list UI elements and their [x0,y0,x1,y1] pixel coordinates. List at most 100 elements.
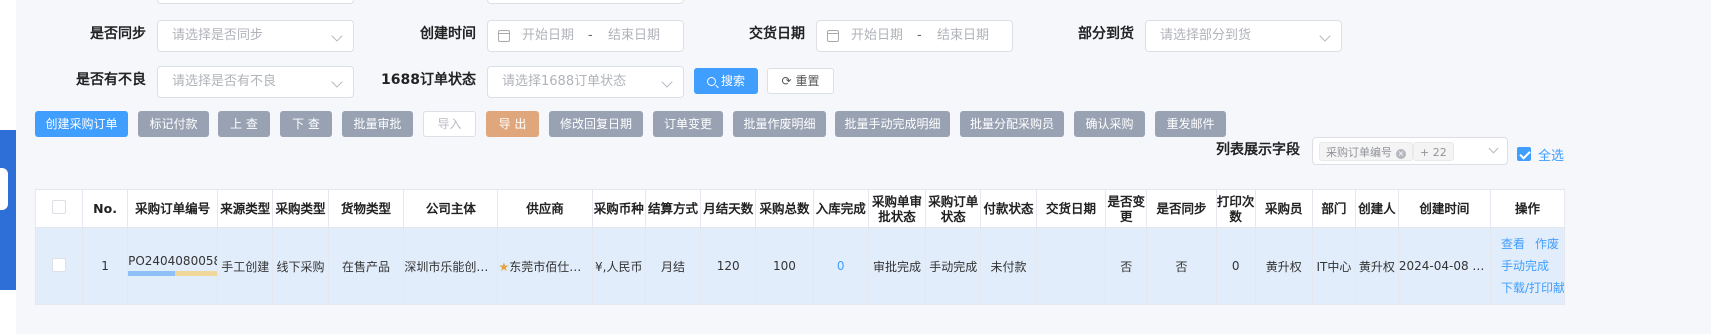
cell-prints: 0 [1215,227,1256,305]
view-link[interactable]: 查看 [1501,237,1525,251]
column-tag-label: 采购订单编号 [1326,146,1392,159]
cell-received[interactable]: 0 [812,227,869,305]
po-number-wrap: PO2404080058 [128,254,217,276]
batch-approve-button[interactable]: 批量审批 [342,111,413,137]
manual-complete-link[interactable]: 手动完成 [1501,259,1549,273]
close-icon[interactable]: × [1396,149,1406,159]
filter-label-sync: 是否同步 [90,26,146,42]
purchase-order-table: No. 采购订单编号 来源类型 采购类型 货物类型 公司主体 供应商 采购币种 … [34,189,1566,305]
created-end-placeholder: 结束日期 [608,28,661,43]
supplier-name: 东莞市佰仕通... [509,259,593,274]
filter-label-created: 创建时间 [420,26,476,42]
cell-payment: 未付款 [980,227,1037,305]
sync-select[interactable]: 请选择是否同步 [157,20,354,52]
sidebar-accent [0,130,16,290]
cell-no: 1 [82,227,129,305]
select-all-checkbox[interactable] [1517,147,1531,161]
cell-po[interactable]: PO2404080058 [127,227,219,305]
header-cell: 采购员 [1254,189,1313,228]
cell-changed: 否 [1105,227,1148,305]
cell-goods-type: 在售产品 [327,227,405,305]
import-button[interactable]: 导入 [423,111,476,137]
mark-paid-button[interactable]: 标记付款 [138,111,209,137]
cell-order-status: 手动完成 [925,227,982,305]
cell-days: 120 [700,227,757,305]
clipped-input-1[interactable] [157,0,354,4]
cell-creator: 黄升权 [1354,227,1399,305]
date-separator: - [588,28,593,43]
downstream-query-button[interactable]: 下 查 [280,111,332,137]
header-cell: 部门 [1311,189,1356,228]
resend-email-button[interactable]: 重发邮件 [1155,111,1226,137]
header-cell: 结算方式 [644,189,702,228]
partial-delivery-select[interactable]: 请选择部分到货 [1145,20,1342,52]
po-status-bar [128,270,217,276]
left-edge [0,0,16,334]
batch-manual-complete-button[interactable]: 批量手动完成明细 [835,111,950,137]
refresh-icon: ⟳ [781,74,792,88]
row-checkbox[interactable] [52,257,67,272]
filter-label-1688: 1688订单状态 [381,72,476,88]
column-tag[interactable]: 采购订单编号 × [1319,142,1413,161]
upstream-query-button[interactable]: 上 查 [218,111,270,137]
batch-assign-buyer-button[interactable]: 批量分配采购员 [960,111,1064,137]
header-cell: 采购币种 [591,189,646,228]
header-cell: 创建人 [1354,189,1399,228]
header-checkbox[interactable] [52,200,67,214]
calendar-icon [827,30,839,42]
header-cell: 打印次数 [1215,189,1256,228]
create-po-button[interactable]: 创建采购订单 [35,111,128,137]
download-print-link[interactable]: 下载/打印献 [1501,281,1564,295]
chevron-down-icon [331,30,343,42]
export-button[interactable]: 导 出 [486,111,539,137]
table-header-row: No. 采购订单编号 来源类型 采购类型 货物类型 公司主体 供应商 采购币种 … [34,189,1566,228]
header-cell: 采购订单状态 [925,189,982,228]
created-date-range[interactable]: 开始日期 - 结束日期 [487,20,684,52]
calendar-icon [498,30,510,42]
header-cell: 入库完成 [812,189,869,228]
order-1688-select[interactable]: 请选择1688订单状态 [487,66,684,98]
chevron-down-icon [331,76,343,88]
defect-select[interactable]: 请选择是否有不良 [157,66,354,98]
cell-total: 100 [755,227,814,305]
table-row[interactable]: 1 PO2404080058 手工创建 线下采购 在售产品 深圳市乐能创新...… [34,227,1566,305]
cell-company: 深圳市乐能创新... [403,227,499,305]
header-cell: 创建时间 [1397,189,1491,228]
order-change-button[interactable]: 订单变更 [653,111,723,137]
search-button[interactable]: 搜索 [694,68,758,94]
search-button-label: 搜索 [720,74,745,88]
void-link[interactable]: 作废 [1535,237,1559,251]
chevron-down-icon [1488,143,1499,154]
header-cell: 采购订单编号 [127,189,219,228]
reset-button-label: 重置 [795,74,820,88]
cell-supplier: ★东莞市佰仕通... [497,227,593,305]
page: 是否同步 请选择是否同步 创建时间 开始日期 - 结束日期 交货日期 开始日期 … [0,0,1711,334]
delivery-end-placeholder: 结束日期 [937,28,990,43]
cell-source: 手工创建 [217,227,274,305]
sync-select-placeholder: 请选择是否同步 [172,28,264,43]
clipped-input-2[interactable] [487,0,684,4]
cell-buyer: 黄升权 [1254,227,1313,305]
batch-void-details-button[interactable]: 批量作废明细 [733,111,826,137]
po-number[interactable]: PO2404080058 [129,254,217,268]
chevron-down-icon [1319,30,1331,42]
header-cell: 供应商 [497,189,593,228]
po-bar-segment-yellow [174,270,217,276]
filter-label-defect: 是否有不良 [76,72,146,88]
reset-button[interactable]: ⟳ 重置 [767,68,834,94]
header-cell: 操作 [1489,189,1566,228]
select-all-label: 全选 [1538,149,1565,164]
confirm-purchase-button[interactable]: 确认采购 [1074,111,1145,137]
filter-label-delivery: 交货日期 [749,26,805,42]
more-columns-tag: + 22 [1413,142,1454,161]
po-bar-segment-blue [128,270,175,276]
partial-select-placeholder: 请选择部分到货 [1160,28,1252,43]
delivery-date-range[interactable]: 开始日期 - 结束日期 [816,20,1013,52]
columns-display-select[interactable]: 采购订单编号 × + 22 [1312,137,1508,165]
chevron-down-icon [661,76,673,88]
header-cell: 货物类型 [327,189,405,228]
header-cell: 来源类型 [217,189,274,228]
header-cell: 采购总数 [755,189,814,228]
edit-reply-date-button[interactable]: 修改回复日期 [549,111,643,137]
header-cell: 月结天数 [700,189,757,228]
